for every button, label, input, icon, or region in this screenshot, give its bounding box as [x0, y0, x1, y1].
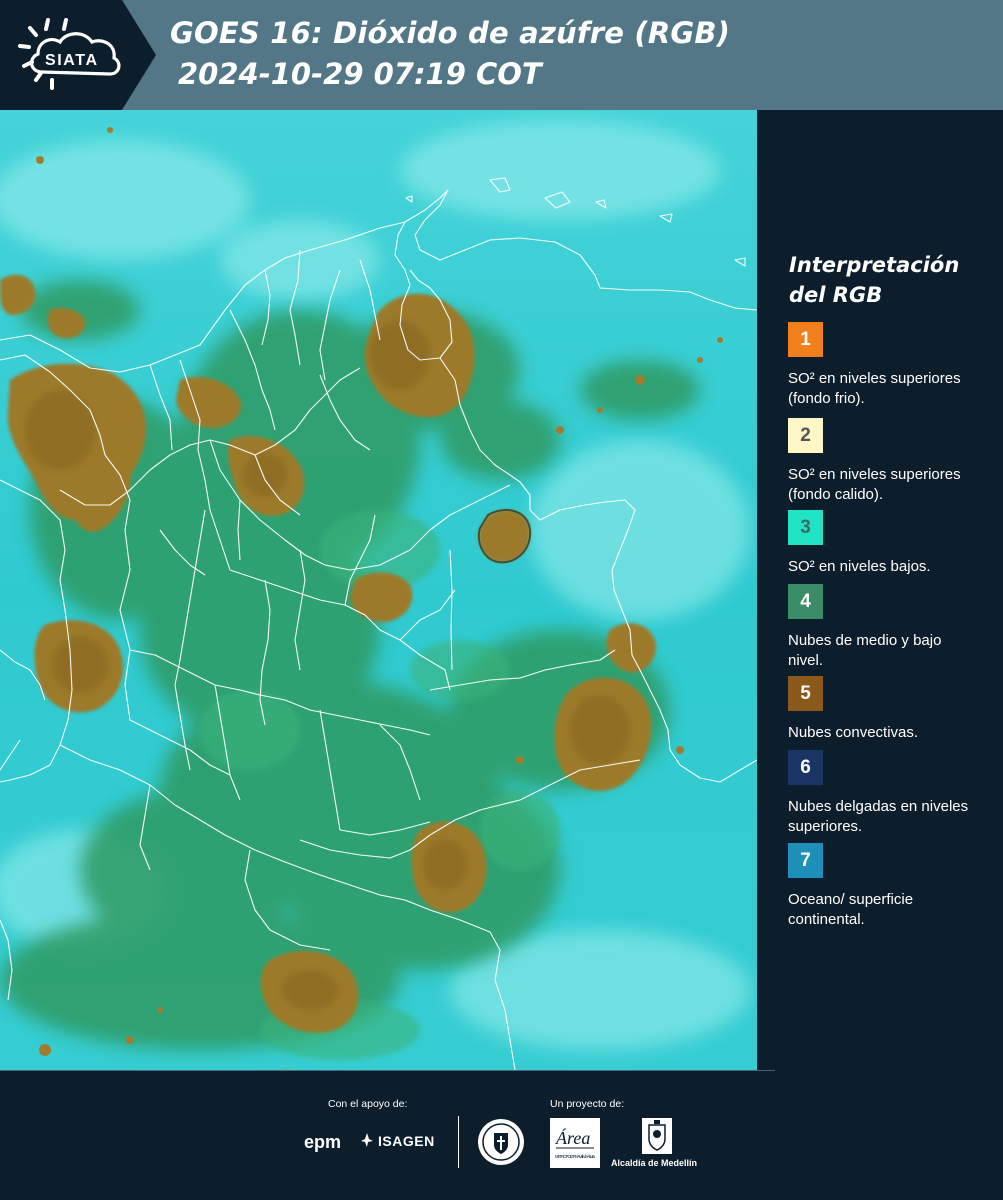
- legend-text-6: Nubes delgadas en niveles superiores.: [788, 798, 969, 835]
- legend-swatch-7: 7: [788, 843, 823, 878]
- legend-item-5: 5 Nubes convectivas.: [788, 676, 988, 743]
- legend-text-3: SO² en niveles bajos.: [788, 558, 931, 575]
- satellite-map[interactable]: [0, 110, 757, 1070]
- page-subtitle-datetime: 2024-10-29 07:19 COT: [178, 57, 542, 91]
- legend-swatch-2: 2: [788, 418, 823, 453]
- support-label: Con el apoyo de:: [328, 1098, 408, 1110]
- footer: Con el apoyo de: Un proyecto de: epm ISA…: [0, 1070, 1003, 1200]
- legend-text-2: SO² en niveles superiores (fondo calido)…: [788, 466, 961, 503]
- area-metropolitana-logo: Área METROPOLITANA Valle de Aburrá: [550, 1118, 600, 1168]
- footer-divider-line: [0, 1070, 775, 1071]
- area-logo-subtext: METROPOLITANA Valle de Aburrá: [555, 1154, 596, 1159]
- legend-text-4: Nubes de medio y bajo nivel.: [788, 632, 942, 669]
- legend-item-1: 1 SO² en niveles superiores (fondo frio)…: [788, 322, 988, 409]
- alcaldia-emblem-icon: [642, 1118, 672, 1154]
- isagen-icon: [361, 1133, 373, 1147]
- isagen-logo: ISAGEN: [378, 1133, 435, 1149]
- project-label: Un proyecto de:: [550, 1098, 625, 1110]
- area-logo-text: Área: [555, 1127, 590, 1148]
- legend-swatch-4: 4: [788, 584, 823, 619]
- legend-text-1: SO² en niveles superiores (fondo frio).: [788, 370, 961, 407]
- epm-logo: epm: [304, 1132, 341, 1153]
- legend-panel: Interpretación del RGB 1 SO² en niveles …: [770, 110, 1000, 1070]
- legend-item-7: 7 Oceano/ superficie continental.: [788, 843, 988, 930]
- legend-swatch-6: 6: [788, 750, 823, 785]
- page-title: GOES 16: Dióxido de azúfre (RGB): [170, 16, 731, 50]
- legend-title: Interpretación del RGB: [789, 253, 960, 307]
- legend-item-2: 2 SO² en niveles superiores (fondo calid…: [788, 418, 988, 505]
- legend-swatch-1: 1: [788, 322, 823, 357]
- epm-logo-text: epm: [304, 1132, 342, 1152]
- siata-logo-text: SIATA: [45, 52, 97, 69]
- legend-item-4: 4 Nubes de medio y bajo nivel.: [788, 584, 988, 671]
- page: SIATA GOES 16: Dióxido de azúfre (RGB) 2…: [0, 0, 1003, 1200]
- legend-swatch-3: 3: [788, 510, 823, 545]
- satellite-map-svg: [0, 110, 757, 1070]
- legend-item-6: 6 Nubes delgadas en niveles superiores.: [788, 750, 988, 837]
- legend-item-3: 3 SO² en niveles bajos.: [788, 510, 988, 577]
- medellin-seal-icon: [478, 1119, 524, 1165]
- header: SIATA GOES 16: Dióxido de azúfre (RGB) 2…: [0, 0, 1003, 110]
- footer-vertical-divider: [458, 1116, 459, 1168]
- legend-text-7: Oceano/ superficie continental.: [788, 891, 914, 928]
- legend-swatch-5: 5: [788, 676, 823, 711]
- legend-text-5: Nubes convectivas.: [788, 724, 919, 741]
- siata-logo: SIATA: [18, 18, 121, 90]
- alcaldia-logo-text: Alcaldía de Medellín: [611, 1158, 698, 1168]
